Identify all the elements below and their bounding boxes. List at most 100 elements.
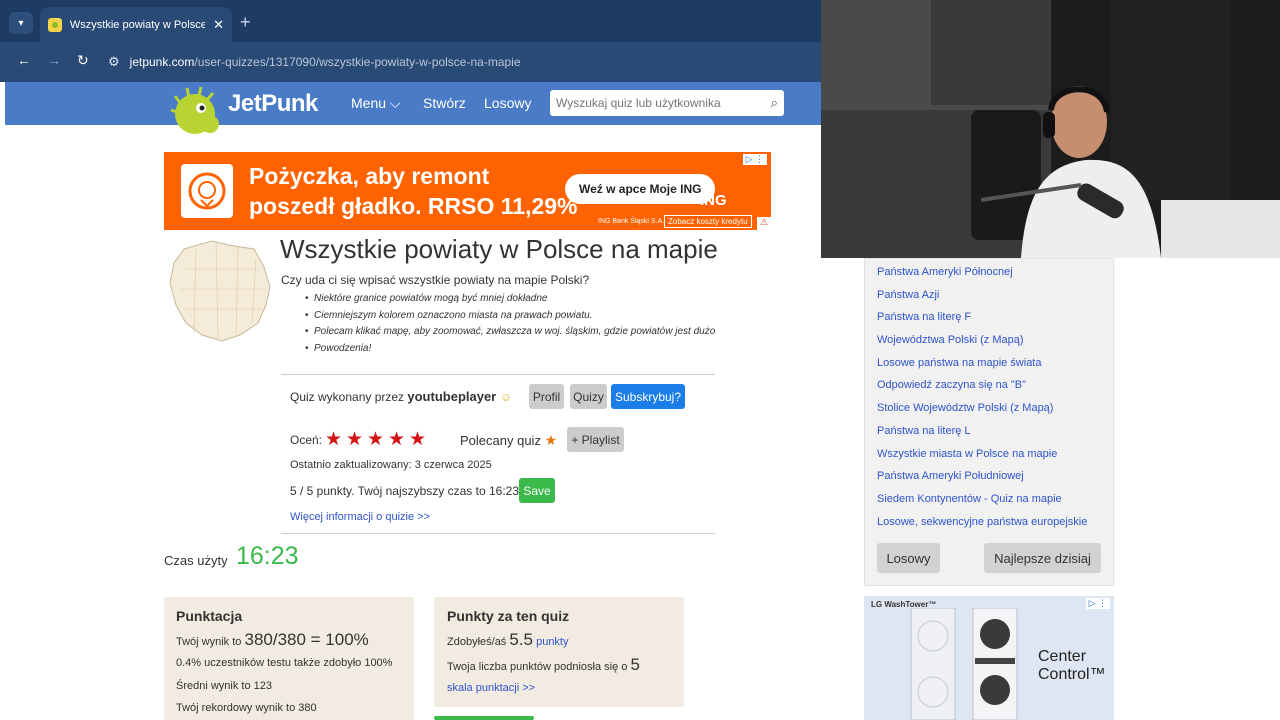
- related-link[interactable]: Państwa na literę L: [877, 425, 1102, 437]
- warning-icon[interactable]: ⚠: [757, 217, 771, 230]
- star-icon[interactable]: ★: [346, 428, 363, 451]
- tab-title: Wszystkie powiaty w Polsce na ma: [69, 18, 206, 31]
- ad-side-text: Center Control™: [1038, 648, 1106, 684]
- points-prefix: Zdobyłeś/aś: [447, 636, 507, 648]
- related-quizzes-box: Państwa Ameryki Północnej Państwa Azji P…: [864, 258, 1114, 586]
- ad-banner-side[interactable]: LG WashTower™ Center Control™ ▷ ⋮: [864, 596, 1114, 720]
- logo-text[interactable]: JetPunk: [228, 90, 318, 118]
- screen: { "browser": { "tab_title": "Wszystkie p…: [0, 0, 1280, 720]
- featured-star-icon: ★: [544, 432, 558, 448]
- jetpunk-logo-icon[interactable]: [165, 84, 225, 138]
- related-link[interactable]: Państwa na literę F: [877, 311, 1102, 323]
- note-item: Polecam klikać mapę, aby zoomować, zwłas…: [305, 326, 715, 343]
- percent-line: 0.4% uczestników testu także zdobyło 100…: [176, 657, 393, 669]
- menu-link[interactable]: Menu ⌵: [351, 95, 401, 112]
- author-prefix: Quiz wykonany przez: [290, 390, 405, 404]
- rate-label: Oceń:: [290, 433, 323, 447]
- scoring-card: Punktacja Twój wynik to 380/380 = 100% 0…: [164, 597, 414, 720]
- divider: [281, 533, 715, 534]
- search-icon[interactable]: ⌕: [771, 95, 778, 111]
- favicon-icon: [48, 17, 62, 32]
- related-link[interactable]: Województwa Polski (z Mapą): [877, 334, 1102, 346]
- time-value: 16:23: [236, 542, 299, 570]
- author-name[interactable]: youtubeplayer: [407, 389, 496, 404]
- updated-date: Ostatnio zaktualizowany: 3 czerwca 2025: [290, 459, 492, 471]
- related-link[interactable]: Losowe państwa na mapie świata: [877, 357, 1102, 369]
- back-icon[interactable]: ←: [17, 52, 31, 68]
- site-info-icon[interactable]: ⚙: [108, 54, 120, 70]
- address-bar: ← → ↻ ⚙ jetpunk.com/user-quizzes/1317090…: [0, 42, 821, 82]
- quiz-title: Wszystkie powiaty w Polsce na mapie: [280, 234, 718, 264]
- points-raised-value: 5: [630, 655, 640, 674]
- chevron-down-icon: ⌵: [389, 95, 401, 111]
- tab-close-icon[interactable]: ✕: [213, 17, 224, 33]
- related-link[interactable]: Państwa Ameryki Południowej: [877, 470, 1102, 482]
- profile-button[interactable]: Profil: [529, 384, 564, 409]
- related-link[interactable]: Siedem Kontynentów - Quiz na mapie: [877, 493, 1102, 505]
- ad-costs-link[interactable]: Zobacz koszty kredytu: [664, 215, 752, 228]
- subscribe-button[interactable]: Subskrybuj?: [611, 384, 685, 409]
- star-icon[interactable]: ★: [409, 428, 426, 451]
- tab-strip: ▾ Wszystkie powiaty w Polsce na ma ✕ +: [0, 0, 821, 42]
- webcam-overlay: [821, 0, 1280, 258]
- poland-map-thumbnail[interactable]: [166, 239, 274, 343]
- washer-image: [910, 608, 1018, 720]
- star-icon[interactable]: ★: [325, 428, 342, 451]
- related-link[interactable]: Państwa Ameryki Północnej: [877, 266, 1102, 278]
- site-header: JetPunk Menu ⌵ Stwórz Losowy ⌕: [5, 82, 821, 134]
- more-info-link[interactable]: Więcej informacji o quizie >>: [290, 511, 430, 523]
- ad-brand: ING: [700, 192, 727, 209]
- save-button[interactable]: Save: [519, 478, 555, 503]
- average-line: Średni wynik to 123: [176, 680, 272, 692]
- quizzes-button[interactable]: Quizy: [570, 384, 607, 409]
- related-link[interactable]: Stolice Województw Polski (z Mapą): [877, 402, 1102, 414]
- points-value: 5.5: [509, 630, 534, 649]
- scale-link[interactable]: skala punktacji >>: [447, 682, 535, 694]
- note-item: Niektóre granice powiatów mogą być mniej…: [305, 293, 715, 310]
- lion-logo-icon: [181, 164, 233, 218]
- score-value: 380/380 = 100%: [244, 630, 369, 649]
- create-link[interactable]: Stwórz: [423, 95, 466, 111]
- divider: [281, 374, 715, 375]
- adchoices-icon[interactable]: ▷ ⋮: [742, 154, 767, 165]
- url-field[interactable]: ⚙ jetpunk.com/user-quizzes/1317090/wszys…: [108, 49, 808, 75]
- tab-search-icon[interactable]: ▾: [9, 12, 33, 34]
- playlist-button[interactable]: + Playlist: [567, 427, 624, 452]
- author-line: Quiz wykonany przez youtubeplayer ☺: [290, 389, 512, 404]
- featured-quiz: Polecany quiz ★: [460, 432, 557, 449]
- quiz-description: Czy uda ci się wpisać wszystkie powiaty …: [281, 273, 590, 287]
- new-tab-icon[interactable]: +: [240, 12, 251, 33]
- note-item: Ciemniejszym kolorem oznaczono miasta na…: [305, 310, 715, 327]
- score-line: Twój wynik to 380/380 = 100%: [176, 630, 369, 650]
- ad-side-line1: Center: [1038, 648, 1087, 665]
- scoring-title: Punktacja: [176, 608, 243, 624]
- url-path: /user-quizzes/1317090/wszystkie-powiaty-…: [194, 55, 521, 69]
- points-card: Punkty za ten quiz Zdobyłeś/aś 5.5 punkt…: [434, 597, 684, 707]
- ad-legal: ING Bank Śląski S.A.: [598, 218, 665, 225]
- related-link[interactable]: Państwa Azji: [877, 289, 1102, 301]
- points-title: Punkty za ten quiz: [447, 608, 570, 624]
- star-icon[interactable]: ★: [388, 428, 405, 451]
- best-today-button[interactable]: Najlepsze dzisiaj: [984, 543, 1101, 573]
- reload-icon[interactable]: ↻: [77, 52, 89, 69]
- points-raised-prefix: Twoja liczba punktów podniosła się o: [447, 661, 628, 673]
- random-link[interactable]: Losowy: [484, 95, 531, 111]
- random-quiz-button[interactable]: Losowy: [877, 543, 940, 573]
- star-icon[interactable]: ★: [367, 428, 384, 451]
- points-link[interactable]: punkty: [536, 636, 568, 648]
- related-link[interactable]: Losowe, sekwencyjne państwa europejskie: [877, 516, 1102, 528]
- menu-label: Menu: [351, 95, 387, 111]
- browser-tab[interactable]: Wszystkie powiaty w Polsce na ma ✕: [40, 7, 232, 42]
- related-link[interactable]: Wszystkie miasta w Polsce na mapie: [877, 448, 1102, 460]
- featured-label: Polecany quiz: [460, 433, 541, 448]
- site-search-input[interactable]: [556, 96, 771, 110]
- ad-line1: Pożyczka, aby remont: [249, 163, 490, 189]
- green-button-edge[interactable]: [434, 716, 534, 720]
- ad-cta-button[interactable]: Weź w apce Moje ING: [565, 174, 716, 204]
- ad-side-line2: Control™: [1038, 666, 1106, 683]
- ad-banner-top[interactable]: Pożyczka, aby remont poszedł gładko. RRS…: [164, 152, 771, 230]
- adchoices-icon[interactable]: ▷ ⋮: [1085, 598, 1110, 609]
- forward-icon[interactable]: →: [47, 52, 61, 68]
- site-search: ⌕: [550, 90, 784, 116]
- related-link[interactable]: Odpowiedź zaczyna się na "B": [877, 379, 1102, 391]
